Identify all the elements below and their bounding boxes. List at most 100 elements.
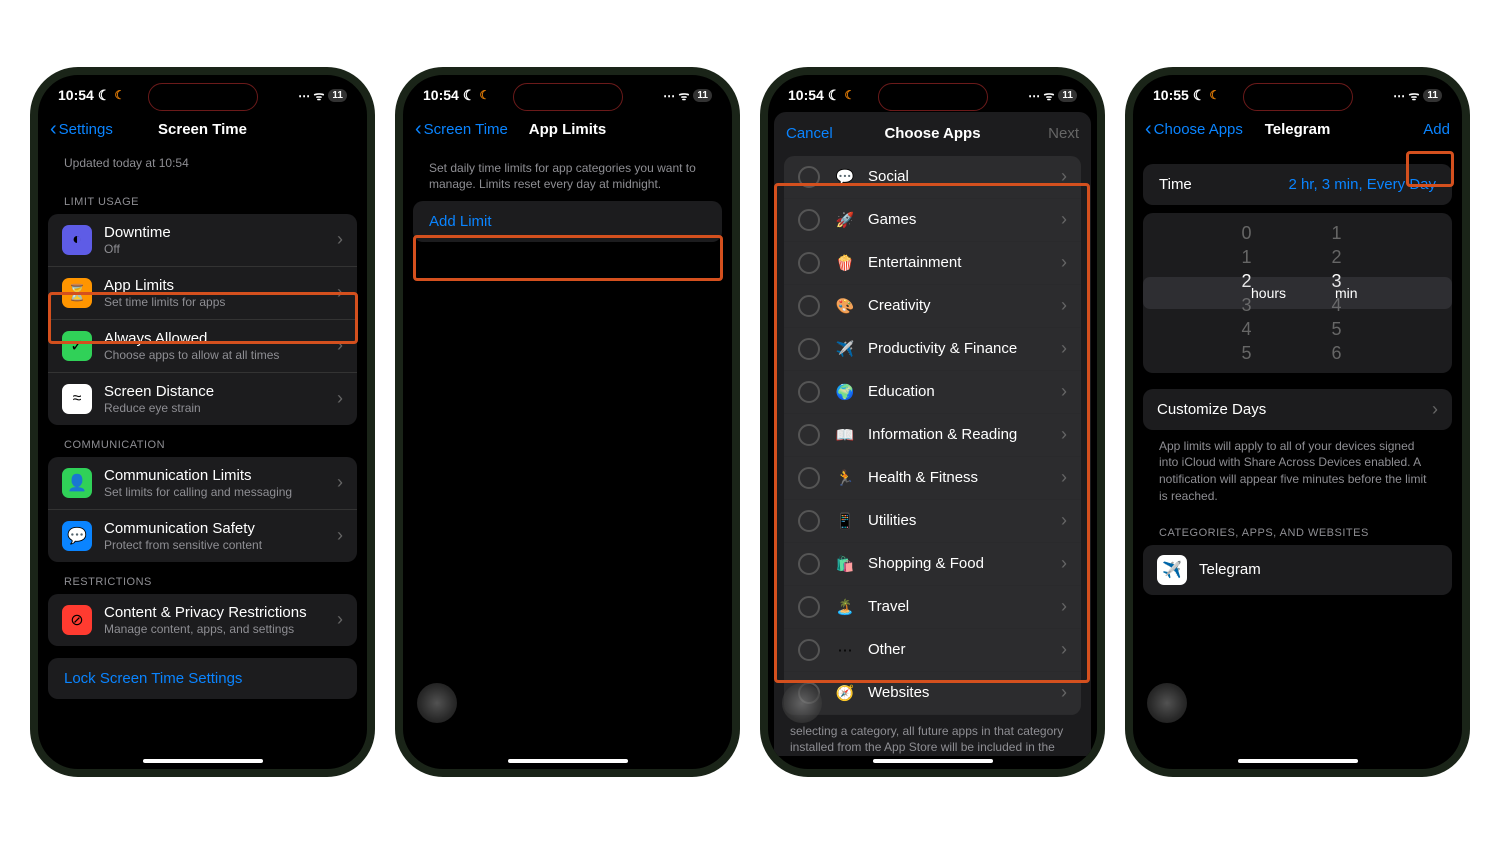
moon-icon: ☾ (1209, 88, 1220, 102)
category-footer: selecting a category, all future apps in… (774, 715, 1091, 756)
category-row[interactable]: 🏝️Travel› (784, 586, 1081, 629)
focus-icon: ☾ (1193, 87, 1206, 104)
modal-nav: Cancel Choose Apps Next (774, 112, 1091, 156)
home-indicator[interactable] (508, 759, 628, 763)
downtime-icon: ◐ (62, 225, 92, 255)
chevron-right-icon: › (1061, 639, 1067, 660)
customize-days-row[interactable]: Customize Days › (1143, 389, 1452, 430)
add-button[interactable]: Add (1423, 121, 1450, 138)
time-picker[interactable]: 012345 123456 hours min (1143, 213, 1452, 373)
category-row[interactable]: 🧭Websites› (784, 672, 1081, 715)
radio-icon[interactable] (798, 338, 820, 360)
chevron-right-icon: › (1061, 381, 1067, 402)
category-icon: 🍿 (834, 254, 856, 272)
radio-icon[interactable] (798, 381, 820, 403)
add-limit-button[interactable]: Add Limit (413, 201, 722, 242)
wifi-icon: ⋯ ᯤ (298, 87, 324, 104)
category-icon: ⋯ (834, 641, 856, 659)
radio-icon[interactable] (798, 424, 820, 446)
category-row[interactable]: 🛍️Shopping & Food› (784, 543, 1081, 586)
battery-level: 11 (1058, 89, 1077, 102)
telegram-icon: ✈️ (1157, 555, 1187, 585)
back-button[interactable]: ‹Choose Apps (1145, 118, 1243, 141)
screen-distance-row[interactable]: ≈ Screen DistanceReduce eye strain › (48, 373, 357, 425)
category-row[interactable]: 📖Information & Reading› (784, 414, 1081, 457)
category-row[interactable]: ⋯ Other› (784, 629, 1081, 672)
categories-list[interactable]: 💬Social›🚀Games› 🍿 Entertainment › 🎨Creativit… (784, 156, 1081, 715)
chevron-right-icon: › (1061, 467, 1067, 488)
picker-min-value[interactable]: 5 (1331, 317, 1341, 341)
home-indicator[interactable] (873, 759, 993, 763)
assistive-touch[interactable] (782, 683, 822, 723)
picker-hour-value[interactable]: 5 (1241, 341, 1251, 365)
radio-icon[interactable] (798, 166, 820, 188)
battery-level: 11 (328, 89, 347, 102)
chevron-right-icon: › (1061, 510, 1067, 531)
lock-screen-time-button[interactable]: Lock Screen Time Settings (48, 658, 357, 699)
chevron-right-icon: › (1061, 209, 1067, 230)
category-name: Education (868, 383, 1061, 400)
distance-icon: ≈ (62, 384, 92, 414)
category-row[interactable]: 📱Utilities› (784, 500, 1081, 543)
telegram-app-row[interactable]: ✈️ Telegram (1143, 545, 1452, 595)
category-row[interactable]: 🍿Entertainment› (784, 242, 1081, 285)
assistive-touch[interactable] (417, 683, 457, 723)
cancel-button[interactable]: Cancel (786, 125, 833, 142)
radio-icon[interactable] (798, 295, 820, 317)
time-row[interactable]: Time 2 hr, 3 min, Every Day (1143, 164, 1452, 205)
category-name: Shopping & Food (868, 555, 1061, 572)
radio-icon[interactable] (798, 510, 820, 532)
content-privacy-row[interactable]: ⊘ Content & Privacy RestrictionsManage c… (48, 594, 357, 646)
chevron-left-icon: ‹ (415, 118, 422, 141)
category-name: Travel (868, 598, 1061, 615)
home-indicator[interactable] (1238, 759, 1358, 763)
category-row[interactable]: 💬Social› (784, 156, 1081, 199)
downtime-row[interactable]: ◐ DowntimeOff › (48, 214, 357, 267)
radio-icon[interactable] (798, 252, 820, 274)
category-row[interactable]: 🎨Creativity› (784, 285, 1081, 328)
picker-hour-value[interactable]: 1 (1241, 245, 1251, 269)
phone-choose-apps: 10:54 ☾☾ ⋯ ᯤ11 Cancel Choose Apps Next 💬… (760, 67, 1105, 777)
wifi-icon: ⋯ ᯤ (1028, 87, 1054, 104)
nav-bar: ‹Settings Screen Time (38, 108, 367, 152)
always-allowed-row[interactable]: ✓ Always AllowedChoose apps to allow at … (48, 320, 357, 373)
picker-hour-value[interactable]: 0 (1241, 221, 1251, 245)
radio-icon[interactable] (798, 467, 820, 489)
chevron-right-icon: › (1061, 553, 1067, 574)
radio-icon[interactable] (798, 639, 820, 661)
assistive-touch[interactable] (1147, 683, 1187, 723)
picker-min-value[interactable]: 6 (1331, 341, 1341, 365)
radio-icon[interactable] (798, 209, 820, 231)
category-name: Websites (868, 684, 1061, 701)
phone-screen-time: 10:54 ☾☾ ⋯ ᯤ11 ‹Settings Screen Time Upd… (30, 67, 375, 777)
picker-min-value[interactable]: 1 (1331, 221, 1341, 245)
back-button[interactable]: ‹Screen Time (415, 118, 508, 141)
dynamic-island (148, 83, 258, 111)
category-name: Other (868, 641, 1061, 658)
comm-limits-row[interactable]: 👤 Communication LimitsSet limits for cal… (48, 457, 357, 510)
radio-icon[interactable] (798, 553, 820, 575)
back-button[interactable]: ‹Settings (50, 118, 113, 141)
comm-safety-row[interactable]: 💬 Communication SafetyProtect from sensi… (48, 510, 357, 562)
category-row[interactable]: 🌍Education› (784, 371, 1081, 414)
status-time: 10:54 (58, 87, 94, 103)
app-limits-row[interactable]: ⏳ App LimitsSet time limits for apps › (48, 267, 357, 320)
min-unit: min (1335, 285, 1358, 301)
chevron-right-icon: › (1061, 424, 1067, 445)
status-time: 10:54 (788, 87, 824, 103)
limit-note: App limits will apply to all of your dev… (1143, 430, 1452, 513)
category-row[interactable]: 🚀Games› (784, 199, 1081, 242)
wifi-icon: ⋯ ᯤ (1393, 87, 1419, 104)
picker-min-value[interactable]: 2 (1331, 245, 1341, 269)
category-icon: ✈️ (834, 340, 856, 358)
radio-icon[interactable] (798, 596, 820, 618)
moon-icon: ☾ (114, 88, 125, 102)
home-indicator[interactable] (143, 759, 263, 763)
category-name: Entertainment (868, 254, 1061, 271)
category-name: Utilities (868, 512, 1061, 529)
category-row[interactable]: 🏃Health & Fitness› (784, 457, 1081, 500)
next-button[interactable]: Next (1048, 125, 1079, 142)
picker-hour-value[interactable]: 4 (1241, 317, 1251, 341)
category-row[interactable]: ✈️Productivity & Finance› (784, 328, 1081, 371)
category-name: Information & Reading (868, 426, 1061, 443)
